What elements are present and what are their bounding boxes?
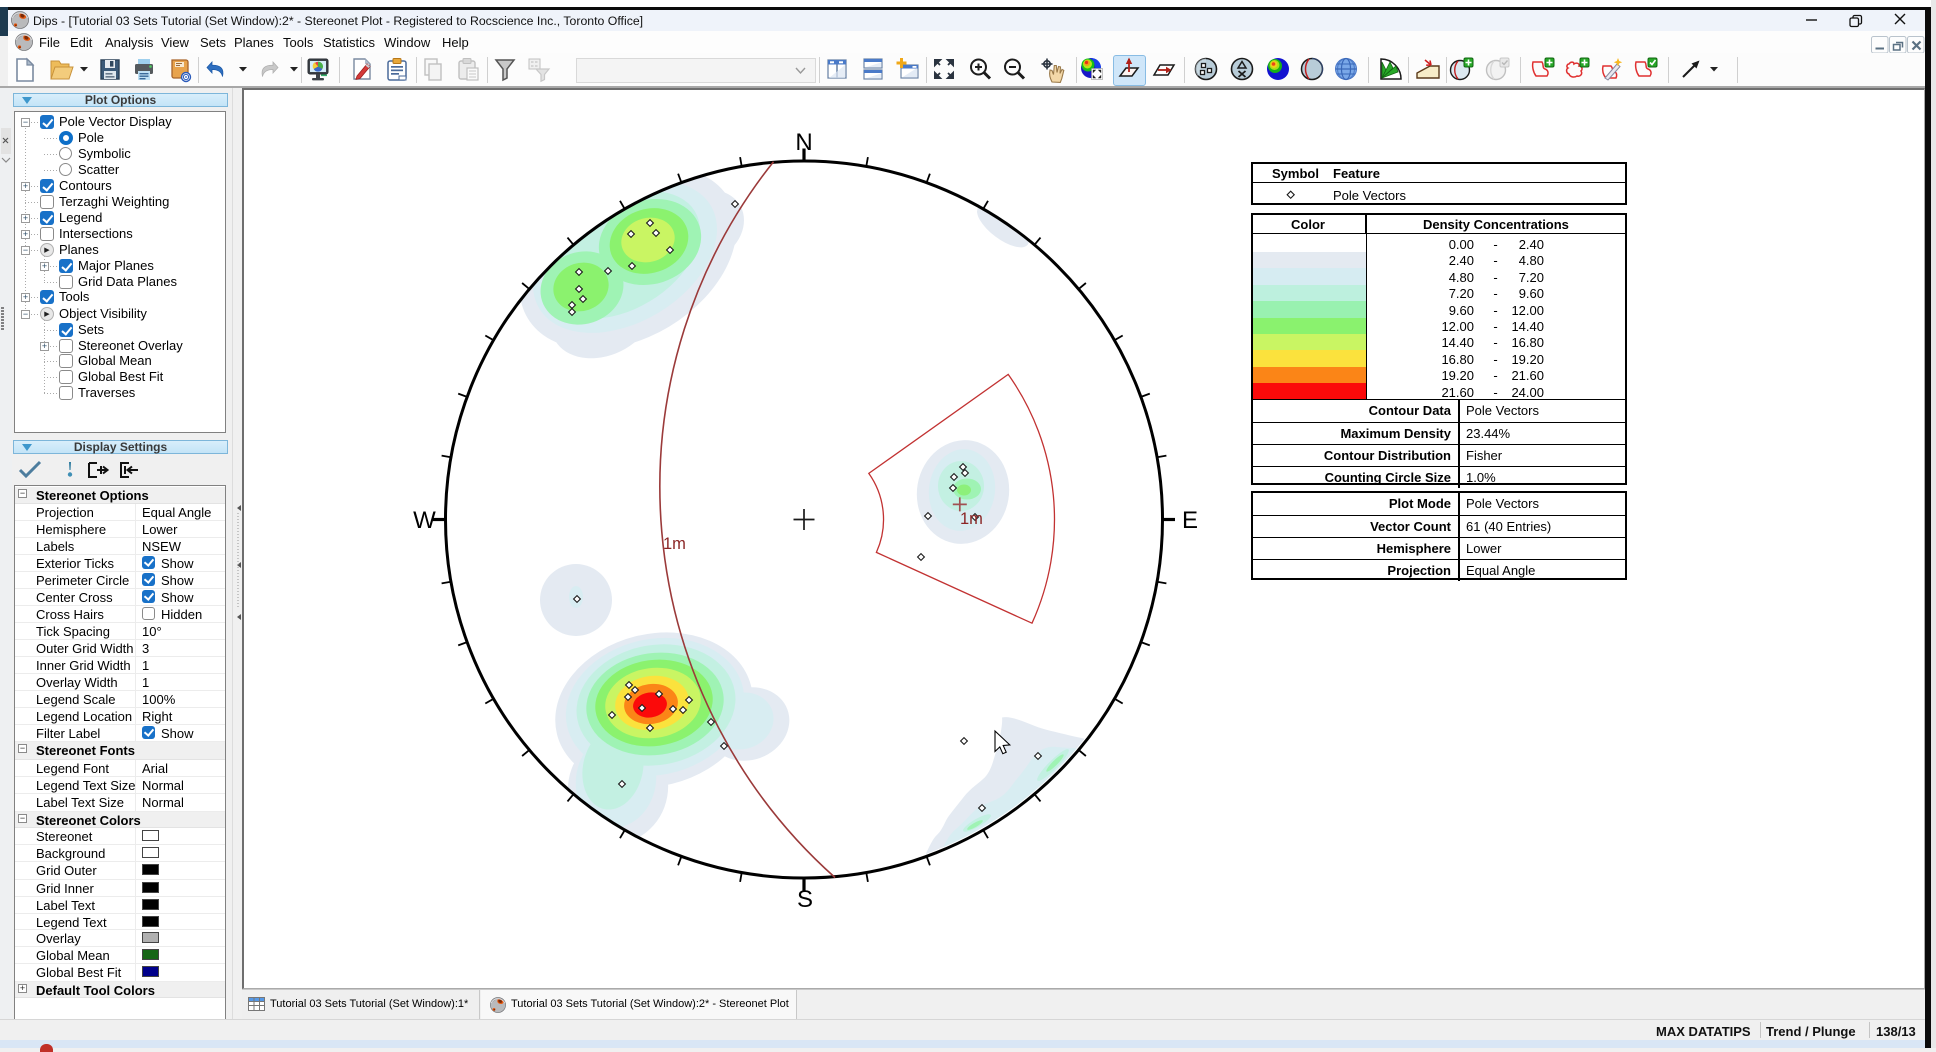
svg-text:1m: 1m [663, 535, 686, 553]
svg-text:1m: 1m [960, 510, 983, 528]
svg-text:N: N [795, 129, 812, 156]
svg-text:E: E [1182, 507, 1198, 534]
svg-text:S: S [797, 886, 813, 913]
svg-text:W: W [413, 507, 436, 534]
